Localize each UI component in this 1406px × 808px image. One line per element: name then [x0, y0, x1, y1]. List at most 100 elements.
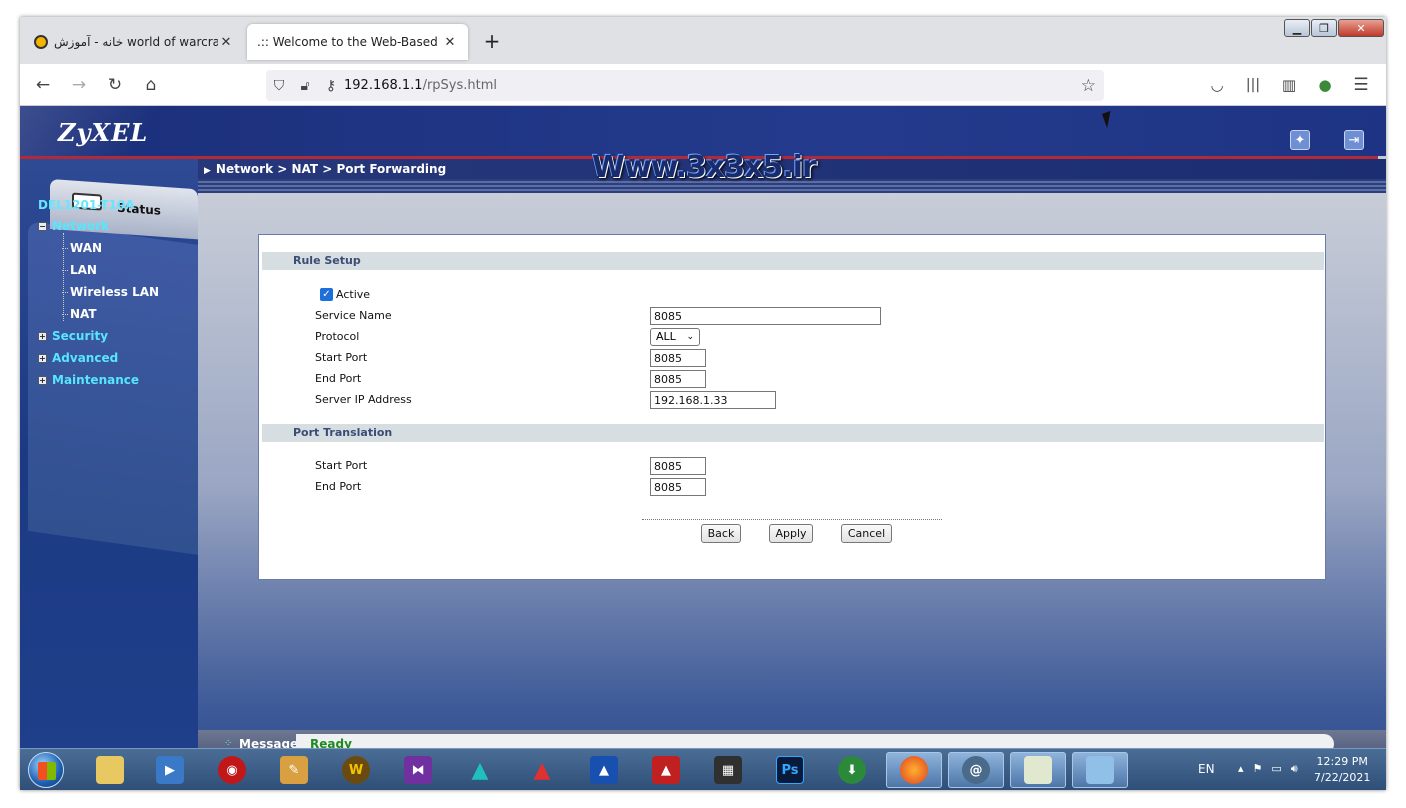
nav-network[interactable]: − Network	[38, 215, 198, 237]
wizard-icon[interactable]: ✦	[1290, 130, 1310, 150]
recorder-icon: ◉	[218, 756, 246, 784]
taskbar-film[interactable]: ▦	[700, 752, 756, 788]
top-banner: ZyXEL ✦ ⇥	[20, 106, 1386, 156]
tray-icons[interactable]: ▴⚑▭🔊︎	[1238, 762, 1307, 776]
apply-button[interactable]: Apply	[769, 524, 813, 543]
clock-date: 7/22/2021	[1314, 771, 1371, 784]
paint-icon: ✎	[280, 756, 308, 784]
end-port-label: End Port	[315, 372, 362, 385]
url-host: 192.168.1.1	[344, 78, 423, 93]
translation-start-port-input[interactable]	[650, 457, 706, 475]
taskbar-app-a4[interactable]: ▲	[638, 752, 694, 788]
folder-icon	[96, 756, 124, 784]
taskbar-media-player[interactable]: ▶	[142, 752, 198, 788]
taskbar-paint[interactable]: ✎	[266, 752, 322, 788]
taskbar-app-swirl[interactable]: @	[948, 752, 1004, 788]
film-icon: ▦	[714, 756, 742, 784]
nav-security[interactable]: + Security	[38, 325, 198, 347]
window-app-icon	[1024, 756, 1052, 784]
taskbar-photoshop[interactable]: Ps	[762, 752, 818, 788]
insecure-lock-icon[interactable]: 🔓︎	[292, 78, 318, 94]
nav-maintenance[interactable]: + Maintenance	[38, 369, 198, 391]
window-controls: ▁ ❐ ✕	[1283, 19, 1384, 37]
pocket-icon[interactable]: ◡	[1206, 74, 1228, 96]
expand-icon[interactable]: +	[38, 353, 47, 363]
start-button[interactable]	[28, 752, 64, 788]
tab-title: خانه - آموزش world of warcraft	[54, 35, 218, 49]
collapse-icon[interactable]: −	[38, 221, 47, 231]
language-indicator[interactable]: EN	[1198, 762, 1215, 776]
triangle-blue-icon: ▲	[590, 756, 618, 784]
tab-wow[interactable]: خانه - آموزش world of warcraft ✕	[24, 24, 244, 60]
taskbar-app-a1[interactable]: ▲	[452, 752, 508, 788]
nav-tree: DEL1201-T10A − Network WAN LAN Wireless L…	[38, 195, 198, 391]
back-arrow-icon[interactable]: ←	[32, 74, 54, 96]
protocol-select[interactable]: ALL ⌄	[650, 328, 700, 346]
router-page: ZyXEL ✦ ⇥ ▶ Network > NAT > Port Forwardi…	[20, 106, 1386, 790]
triangle-app-icon: ▲	[471, 757, 489, 783]
button-divider	[642, 519, 942, 520]
taskbar-firefox[interactable]	[886, 752, 942, 788]
clock-time: 12:29 PM	[1316, 755, 1368, 768]
taskbar-window[interactable]	[1010, 752, 1066, 788]
bookmark-star-icon[interactable]: ☆	[1081, 76, 1096, 96]
tab-router-config[interactable]: .:: Welcome to the Web-Based Conf ✕	[247, 24, 468, 60]
taskbar-recorder[interactable]: ◉	[204, 752, 260, 788]
home-icon[interactable]: ⌂	[140, 74, 162, 96]
nav-nat[interactable]: NAT	[38, 303, 198, 325]
nav-advanced[interactable]: + Advanced	[38, 347, 198, 369]
server-ip-input[interactable]	[650, 391, 776, 409]
wow-favicon-icon	[34, 35, 48, 49]
service-name-input[interactable]	[650, 307, 881, 325]
translation-end-port-label: End Port	[315, 480, 362, 493]
taskbar-idm[interactable]: ⬇	[824, 752, 880, 788]
reload-icon[interactable]: ↻	[104, 74, 126, 96]
breadcrumb-arrow-icon: ▶	[204, 166, 211, 176]
library-icon[interactable]: |||	[1242, 74, 1264, 96]
extension-globe-icon[interactable]: ●	[1314, 74, 1336, 96]
taskbar-app-a3[interactable]: ▲	[576, 752, 632, 788]
end-port-input[interactable]	[650, 370, 706, 388]
tab-strip: خانه - آموزش world of warcraft ✕ .:: Wel…	[20, 17, 1386, 64]
video-app-icon: ⧓	[404, 756, 432, 784]
taskbar-explorer[interactable]	[82, 752, 138, 788]
key-icon[interactable]: ⚷	[318, 78, 344, 94]
translation-end-port-input[interactable]	[650, 478, 706, 496]
nav-lan[interactable]: LAN	[38, 259, 198, 281]
url-bar[interactable]: ⛉ 🔓︎ ⚷ 192.168.1.1/rpSys.html ☆	[266, 70, 1104, 101]
close-tab-icon[interactable]: ✕	[218, 35, 234, 50]
translation-start-port-label: Start Port	[315, 459, 368, 472]
cancel-button[interactable]: Cancel	[841, 524, 892, 543]
globe-download-icon: ⬇	[838, 756, 866, 784]
active-checkbox[interactable]: ✓	[320, 288, 333, 301]
taskbar-video[interactable]: ⧓	[390, 752, 446, 788]
back-button[interactable]: Back	[701, 524, 741, 543]
active-label: Active	[336, 288, 371, 301]
clock[interactable]: 12:29 PM 7/22/2021	[1314, 754, 1370, 786]
shield-icon[interactable]: ⛉	[266, 78, 292, 94]
protocol-value: ALL	[656, 330, 676, 343]
logout-icon[interactable]: ⇥	[1344, 130, 1364, 150]
start-port-input[interactable]	[650, 349, 706, 367]
triangle-red-icon: ▲	[533, 757, 551, 783]
server-ip-label: Server IP Address	[315, 393, 412, 406]
close-tab-icon[interactable]: ✕	[442, 35, 458, 50]
taskbar-app-a2[interactable]: ▲	[514, 752, 570, 788]
minimize-button[interactable]: ▁	[1284, 19, 1310, 37]
taskbar-wow[interactable]: W	[328, 752, 384, 788]
nav-wan[interactable]: WAN	[38, 237, 198, 259]
nav-maintenance-label: Maintenance	[52, 373, 140, 387]
expand-icon[interactable]: +	[38, 375, 47, 385]
expand-icon[interactable]: +	[38, 331, 47, 341]
nav-wireless-lan[interactable]: Wireless LAN	[38, 281, 198, 303]
maximize-button[interactable]: ❐	[1311, 19, 1337, 37]
menu-icon[interactable]: ☰	[1350, 74, 1372, 96]
taskbar-notepad[interactable]	[1072, 752, 1128, 788]
nav-advanced-label: Advanced	[52, 351, 119, 365]
start-port-label: Start Port	[315, 351, 368, 364]
browser-window: خانه - آموزش world of warcraft ✕ .:: Wel…	[20, 17, 1386, 790]
forward-arrow-icon[interactable]: →	[68, 74, 90, 96]
new-tab-button[interactable]: +	[480, 29, 504, 53]
close-window-button[interactable]: ✕	[1338, 19, 1384, 37]
sidebar-icon[interactable]: ▥	[1278, 74, 1300, 96]
